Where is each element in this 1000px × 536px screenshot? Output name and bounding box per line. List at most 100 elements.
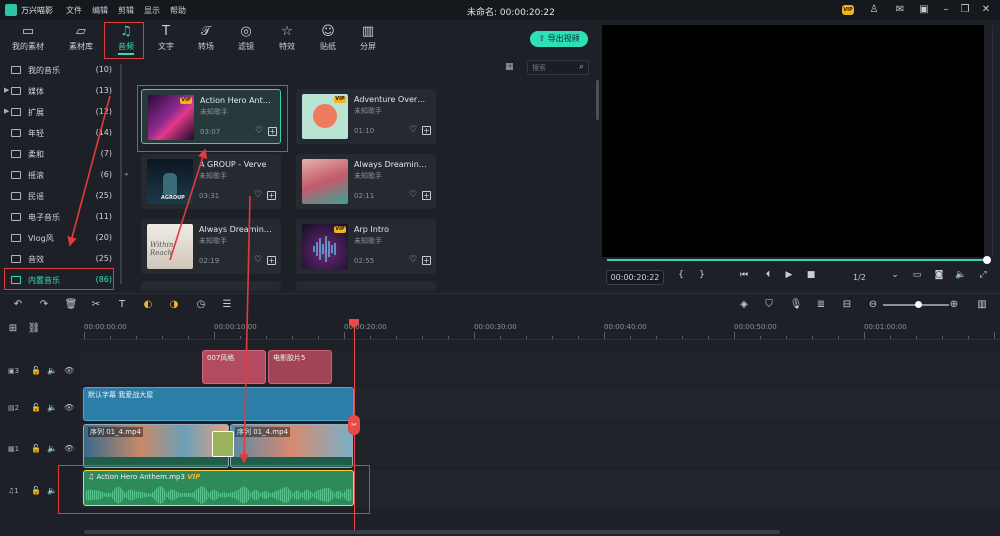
effect-clip-film[interactable]: 电影胶片5 [268,350,332,384]
add-to-timeline-icon[interactable]: + [422,256,431,265]
fit-timeline-icon[interactable]: ⊟ [840,298,854,312]
audio-card-adventure[interactable]: VIP Adventure Over… 未知歌手 01:10 ♡ + [296,89,436,144]
duration-clock-icon[interactable]: ◷ [194,298,208,312]
link-icon[interactable]: ⛓ [27,322,41,336]
step-back-icon[interactable]: ⏮ [737,270,751,280]
add-to-timeline-icon[interactable]: + [422,191,431,200]
tab-transition[interactable]: 𝒯 转场 [186,23,226,59]
stop-icon[interactable]: ■ [804,270,818,280]
shield-icon[interactable]: ⛉ [762,298,776,312]
zoom-in-icon[interactable]: ⊕ [947,298,961,312]
menu-view[interactable]: 显示 [144,5,160,16]
restore-icon[interactable]: ❐ [959,4,971,16]
panel-layout-icon[interactable]: ▥ [975,298,989,312]
tab-my-media[interactable]: ▭ 我的素材 [8,23,48,59]
text-clip[interactable]: 默认字幕 我爱战大屋 [83,387,354,421]
redo-icon[interactable]: ↷ [37,298,51,312]
add-to-timeline-icon[interactable]: + [422,126,431,135]
effect-clip-007[interactable]: 007风格 [202,350,266,384]
folder-item[interactable]: 摇滚 (6) [0,165,118,185]
volume-icon[interactable]: 🔈 [954,270,968,280]
folder-item[interactable]: Vlog风 (20) [0,228,118,248]
delete-icon[interactable]: 🗑 [64,298,78,312]
mute-icon[interactable]: 🔈 [47,486,57,495]
audio-card-always-dreaming-1[interactable]: Always Dreamin… 未知歌手 02:11 ♡ + [296,154,436,209]
audio-card-arp-intro[interactable]: VIP Arp Intro 未知歌手 02:55 ♡ + [296,219,436,274]
split-scissors-icon[interactable]: ✂ [89,298,103,312]
speed-icon[interactable]: ◐ [141,298,155,312]
tab-text[interactable]: T 文字 [146,23,186,59]
feedback-icon[interactable]: ✉ [894,4,906,16]
lock-icon[interactable]: 🔓 [31,486,41,495]
menu-help[interactable]: 帮助 [170,5,186,16]
preview-quality[interactable]: 1/2 [853,273,866,282]
folder-item[interactable]: 年轻 (14) [0,123,118,143]
favorite-heart-icon[interactable]: ♡ [409,125,417,135]
mute-icon[interactable]: 🔈 [47,403,57,412]
preview-progress-bar[interactable] [607,259,990,261]
quality-dropdown-chevron-icon[interactable]: ⌄ [888,270,902,280]
folder-scrollbar[interactable] [120,64,122,284]
cart-icon[interactable]: ▣ [918,4,930,16]
fullscreen-icon[interactable]: ⤢ [976,270,990,280]
zoom-slider-handle[interactable] [915,301,922,308]
lock-icon[interactable]: 🔓 [31,366,41,375]
user-icon[interactable]: ♙ [868,4,880,16]
text-tool-icon[interactable]: T [115,298,129,312]
tab-sticker[interactable]: ☺ 贴纸 [308,23,348,59]
search-icon[interactable]: ⌕ [579,62,584,72]
folder-item[interactable]: ▶ 媒体 (13) [0,81,118,101]
preview-progress-handle[interactable] [983,256,991,264]
vip-icon[interactable]: VIP [842,5,854,15]
folder-item[interactable]: 柔和 (7) [0,144,118,164]
folder-item[interactable]: 音效 (25) [0,249,118,269]
frame-back-icon[interactable]: ⏴ [761,270,775,280]
zoom-out-icon[interactable]: ⊖ [866,298,880,312]
microphone-icon[interactable]: 🎙 [789,298,803,312]
mark-in-icon[interactable]: { [674,270,688,280]
menu-clip[interactable]: 剪辑 [118,5,134,16]
mark-out-icon[interactable]: } [695,270,709,280]
expand-arrow-icon[interactable]: ▶ [4,86,9,94]
split-scissors-marker-icon[interactable]: ✂ [348,415,360,435]
timeline-horizontal-scrollbar[interactable] [84,530,780,534]
timeline-ruler[interactable]: 00:00:00:00 00:00:10:00 00:00:20:00 00:00:3… [80,320,1000,340]
display-icon[interactable]: ▭ [910,270,924,280]
favorite-heart-icon[interactable]: ♡ [254,255,262,265]
video-clip-2[interactable]: 序列 01_4.mp4 [230,424,353,468]
folder-item[interactable]: 我的音乐 (10) [0,60,118,80]
eye-icon[interactable]: 👁 [64,366,74,375]
folder-item[interactable]: 电子音乐 (11) [0,207,118,227]
library-scrollbar[interactable] [596,80,599,120]
audio-mixer-icon[interactable]: ≣ [814,298,828,312]
add-to-timeline-icon[interactable]: + [267,256,276,265]
video-clip-1[interactable]: 序列 01_4.mp4 [83,424,229,468]
tab-split-screen[interactable]: ▥ 分屏 [348,23,388,59]
eye-icon[interactable]: 👁 [64,444,74,453]
grid-view-icon[interactable]: ▦ [505,62,514,72]
collapse-panel-icon[interactable]: ◂ [124,170,128,178]
minimize-icon[interactable]: – [940,4,952,16]
add-to-timeline-icon[interactable]: + [267,191,276,200]
reverse-icon[interactable]: ◑ [167,298,181,312]
close-icon[interactable]: ✕ [980,4,992,16]
tab-effects[interactable]: ☆ 特效 [267,23,307,59]
render-icon[interactable]: ◈ [737,298,751,312]
menu-file[interactable]: 文件 [66,5,82,16]
snapshot-camera-icon[interactable]: ◙ [932,270,946,280]
tab-filter[interactable]: ◎ 滤镜 [226,23,266,59]
add-track-icon[interactable]: ⊞ [6,322,20,336]
eye-icon[interactable]: 👁 [64,403,74,412]
lock-icon[interactable]: 🔓 [31,444,41,453]
tab-library[interactable]: ▱ 素材库 [61,23,101,59]
audio-card-a-group[interactable]: AGROUP A GROUP - Verve 未知歌手 03:31 ♡ + [141,154,281,209]
audio-card-always-dreaming-2[interactable]: Within Reach Always Dreamin… 未知歌手 02:19 … [141,219,281,274]
lock-icon[interactable]: 🔓 [31,403,41,412]
folder-item[interactable]: 民谣 (25) [0,186,118,206]
play-icon[interactable]: ▶ [782,270,796,280]
mute-icon[interactable]: 🔈 [47,366,57,375]
favorite-heart-icon[interactable]: ♡ [254,190,262,200]
favorite-heart-icon[interactable]: ♡ [409,255,417,265]
undo-icon[interactable]: ↶ [11,298,25,312]
export-video-button[interactable]: ⇪ 导出视频 [530,31,588,47]
